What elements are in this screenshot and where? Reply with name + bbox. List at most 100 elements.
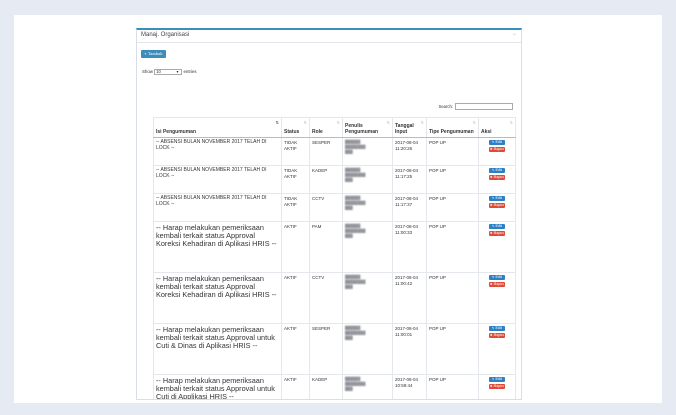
delete-button[interactable]: ✖ Hapus — [489, 203, 505, 208]
cell-tipe: POP UP — [426, 323, 479, 375]
column-header-aksi[interactable]: ⇅ Aksi — [478, 117, 516, 138]
cell-isi: -- Harap melakukan pemeriksaan kembali t… — [153, 374, 282, 399]
cell-status: AKTIF — [281, 272, 310, 324]
cell-tipe: POP UP — [426, 272, 479, 324]
length-prefix: Show — [142, 69, 153, 74]
redacted-author: ██████ ████████ ███ — [345, 326, 366, 341]
column-header-status[interactable]: ⇅ Status — [281, 117, 310, 138]
panel-title: Manaj. Organisasi — [141, 32, 190, 38]
cell-status: AKTIF — [281, 221, 310, 273]
edit-button[interactable]: ✎ Edit — [489, 140, 505, 145]
cell-isi: -- Harap melakukan pemeriksaan kembali t… — [153, 272, 282, 324]
close-icon: ✖ — [490, 231, 493, 235]
sort-icon: ⇅ — [472, 120, 476, 125]
cell-isi: -- ABSENSI BULAN NOVEMBER 2017 TELAH DI … — [153, 165, 282, 194]
edit-button[interactable]: ✎ Edit — [489, 326, 505, 331]
cell-aksi: ✎ Edit ✖ Hapus — [478, 165, 516, 194]
sort-icon: ⇅ — [386, 120, 390, 125]
entries-select[interactable]: 10 ▼ — [154, 68, 183, 75]
close-icon: ✖ — [490, 282, 493, 286]
redacted-author: ██████ ████████ ███ — [345, 377, 366, 392]
cell-aksi: ✎ Edit ✖ Hapus — [478, 221, 516, 273]
cell-tipe: POP UP — [426, 374, 479, 399]
add-button[interactable]: + Tambah — [141, 50, 166, 58]
delete-button[interactable]: ✖ Hapus — [489, 231, 505, 236]
cell-tanggal: 2017-08-04 11:17:37 — [392, 193, 427, 222]
cell-tipe: POP UP — [426, 137, 479, 166]
search-label: Search: — [438, 104, 453, 109]
table-row: -- ABSENSI BULAN NOVEMBER 2017 TELAH DI … — [153, 165, 516, 194]
table-header-row: ⇅ Isi Pengumuman ⇅ Status ⇅ Role ⇅ Penulis P… — [153, 117, 516, 138]
table-row: -- Harap melakukan pemeriksaan kembali t… — [153, 374, 516, 399]
page-canvas: Manaj. Organisasi − + Tambah Show 10 ▼ en… — [14, 15, 662, 403]
table-row: -- ABSENSI BULAN NOVEMBER 2017 TELAH DI … — [153, 137, 516, 166]
cell-penulis: ██████ ████████ ███ — [342, 323, 393, 375]
cell-aksi: ✎ Edit ✖ Hapus — [478, 193, 516, 222]
edit-button[interactable]: ✎ Edit — [489, 196, 505, 201]
cell-aksi: ✎ Edit ✖ Hapus — [478, 272, 516, 324]
cell-status: TIDAK AKTIF — [281, 193, 310, 222]
cell-isi: -- Harap melakukan pemeriksaan kembali t… — [153, 221, 282, 273]
entries-select-value: 10 — [156, 68, 161, 74]
search-control: Search: — [438, 103, 513, 111]
close-icon: ✖ — [490, 175, 493, 179]
cell-status: AKTIF — [281, 323, 310, 375]
column-header-tipe[interactable]: ⇅ Tipe Pengumuman — [426, 117, 479, 138]
sort-icon: ⇅ — [303, 120, 307, 125]
cell-tanggal: 2017-08-04 10:59:44 — [392, 374, 427, 399]
edit-button[interactable]: ✎ Edit — [489, 224, 505, 229]
cell-tipe: POP UP — [426, 165, 479, 194]
cell-role: KADEP — [309, 374, 343, 399]
sort-icon: ⇅ — [420, 120, 424, 125]
cell-tipe: POP UP — [426, 221, 479, 273]
cell-role: SESPER — [309, 137, 343, 166]
cell-status: AKTIF — [281, 374, 310, 399]
cell-role: PAM — [309, 221, 343, 273]
search-input[interactable] — [455, 103, 513, 111]
table-row: -- ABSENSI BULAN NOVEMBER 2017 TELAH DI … — [153, 193, 516, 222]
collapse-icon[interactable]: − — [512, 31, 516, 40]
sort-icon: ⇅ — [509, 120, 513, 125]
redacted-author: ██████ ████████ ███ — [345, 224, 366, 239]
cell-status: TIDAK AKTIF — [281, 165, 310, 194]
announcement-table: ⇅ Isi Pengumuman ⇅ Status ⇅ Role ⇅ Penulis P… — [153, 117, 516, 399]
delete-button[interactable]: ✖ Hapus — [489, 384, 505, 389]
cell-isi: -- Harap melakukan pemeriksaan kembali t… — [153, 323, 282, 375]
length-suffix: entries — [183, 69, 197, 74]
cell-tanggal: 2017-08-04 11:00:42 — [392, 272, 427, 324]
cell-role: SESPER — [309, 323, 343, 375]
cell-penulis: ██████ ████████ ███ — [342, 221, 393, 273]
delete-button[interactable]: ✖ Hapus — [489, 333, 505, 338]
column-header-tanggal[interactable]: ⇅ Tanggal Input — [392, 117, 427, 138]
cell-tanggal: 2017-08-04 11:17:25 — [392, 165, 427, 194]
close-icon: ✖ — [490, 203, 493, 207]
panel-header: Manaj. Organisasi − — [137, 30, 521, 43]
cell-aksi: ✎ Edit ✖ Hapus — [478, 137, 516, 166]
cell-penulis: ██████ ████████ ███ — [342, 137, 393, 166]
cell-isi: -- ABSENSI BULAN NOVEMBER 2017 TELAH DI … — [153, 193, 282, 222]
edit-button[interactable]: ✎ Edit — [489, 377, 505, 382]
cell-aksi: ✎ Edit ✖ Hapus — [478, 323, 516, 375]
cell-role: KADEP — [309, 165, 343, 194]
column-header-penulis[interactable]: ⇅ Penulis Pengumuman — [342, 117, 393, 138]
sort-icon: ⇅ — [275, 120, 279, 125]
column-header-role[interactable]: ⇅ Role — [309, 117, 343, 138]
cell-aksi: ✎ Edit ✖ Hapus — [478, 374, 516, 399]
edit-button[interactable]: ✎ Edit — [489, 168, 505, 173]
close-icon: ✖ — [490, 147, 493, 151]
close-icon: ✖ — [490, 384, 493, 388]
sort-icon: ⇅ — [336, 120, 340, 125]
cell-role: CCTV — [309, 193, 343, 222]
column-header-isi[interactable]: ⇅ Isi Pengumuman — [153, 117, 282, 138]
redacted-author: ██████ ████████ ███ — [345, 196, 366, 211]
cell-status: TIDAK AKTIF — [281, 137, 310, 166]
delete-button[interactable]: ✖ Hapus — [489, 147, 505, 152]
chevron-down-icon: ▼ — [175, 69, 180, 74]
delete-button[interactable]: ✖ Hapus — [489, 282, 505, 287]
delete-button[interactable]: ✖ Hapus — [489, 175, 505, 180]
edit-button[interactable]: ✎ Edit — [489, 275, 505, 280]
cell-penulis: ██████ ████████ ███ — [342, 165, 393, 194]
cell-tanggal: 2017-08-04 11:00:01 — [392, 323, 427, 375]
cell-tipe: POP UP — [426, 193, 479, 222]
redacted-author: ██████ ████████ ███ — [345, 140, 366, 155]
